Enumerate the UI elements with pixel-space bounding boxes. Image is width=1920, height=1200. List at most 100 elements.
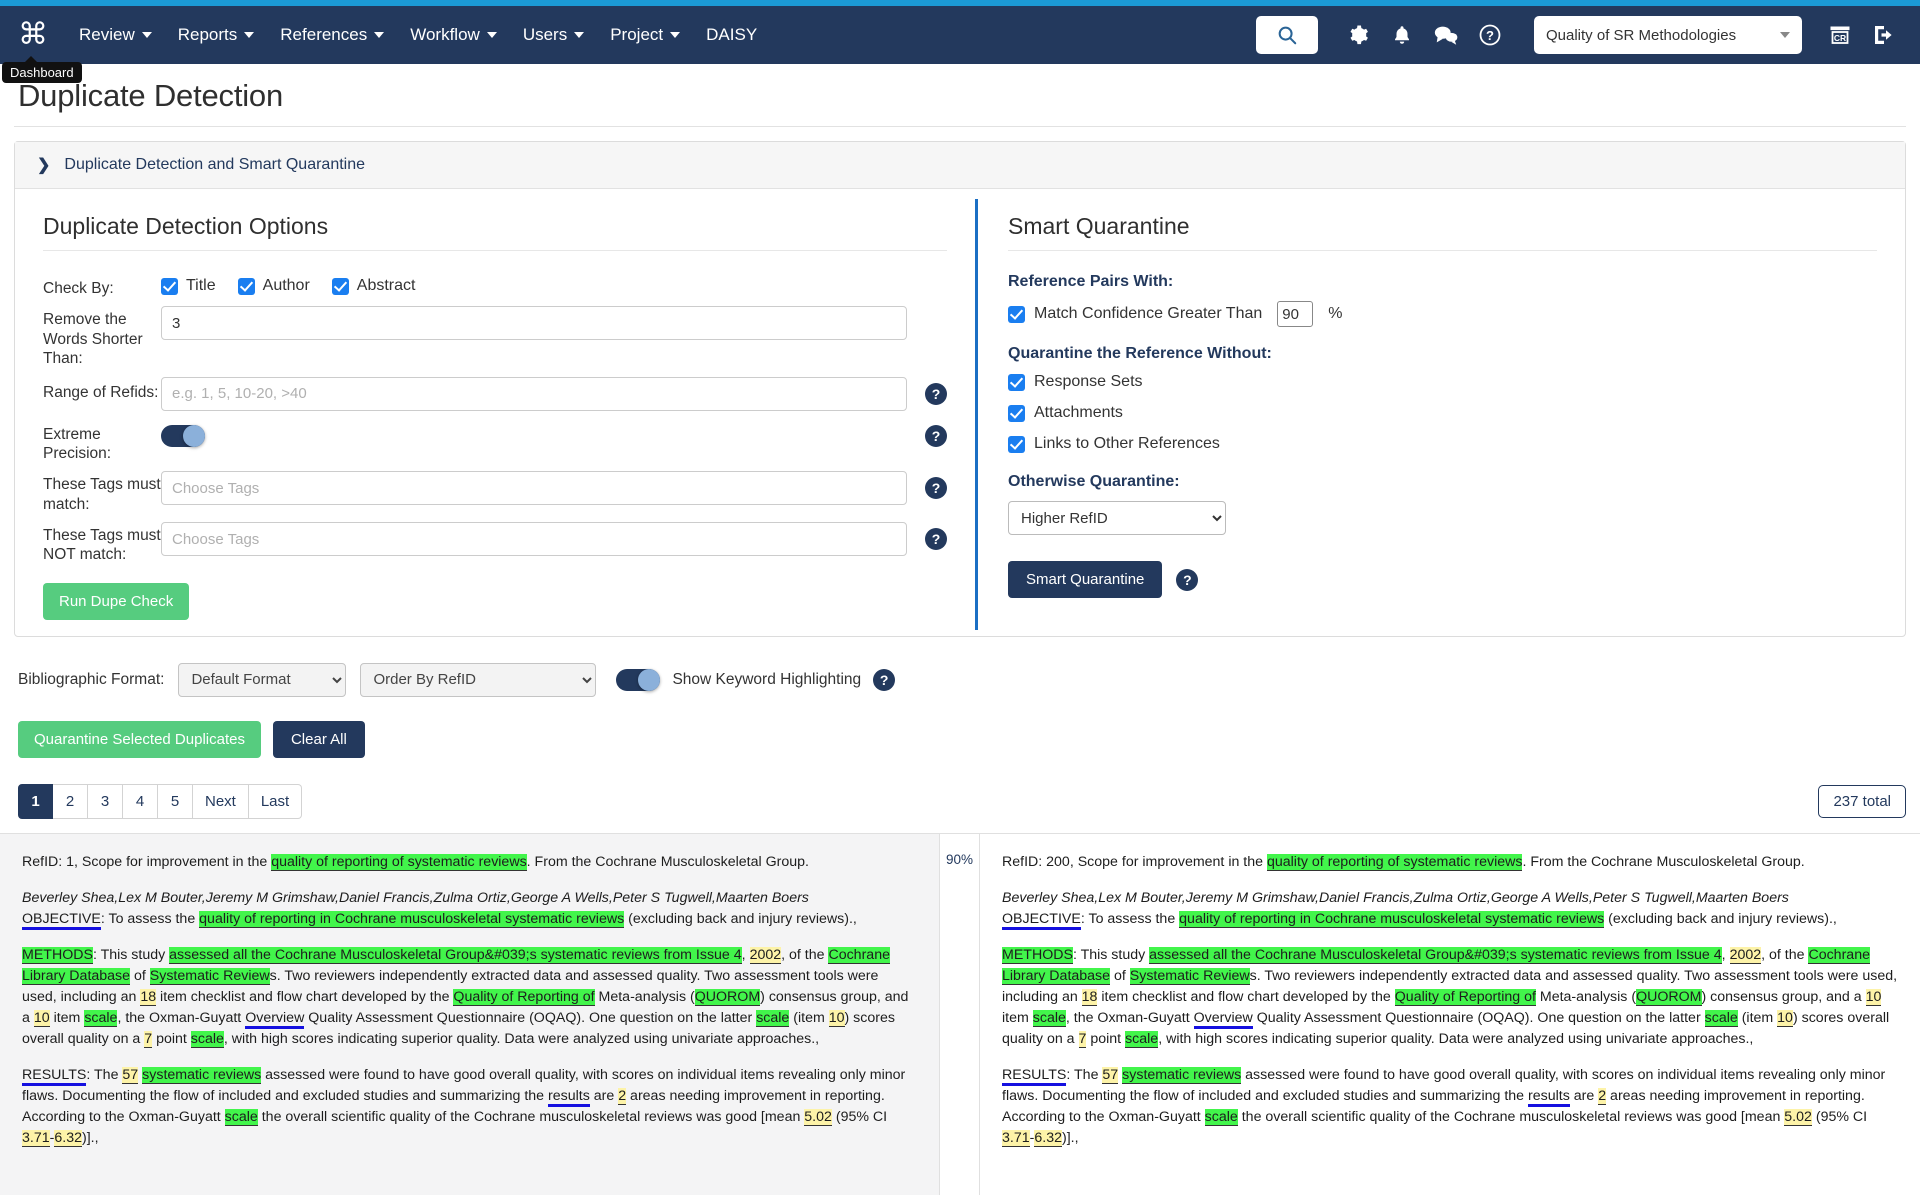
svg-text:CR: CR <box>1834 33 1846 43</box>
toggle-knob <box>183 424 205 447</box>
smart-quarantine-help-icon[interactable]: ? <box>1176 568 1199 591</box>
bibliographic-format-select[interactable]: Default Format <box>178 662 347 697</box>
nav-right-group: ? Quality of SR Methodologies CR <box>1256 13 1906 57</box>
chevron-down-icon <box>374 32 385 38</box>
methods-label: METHODS <box>1002 946 1073 964</box>
page-button-next[interactable]: Next <box>193 783 249 819</box>
settings-button[interactable] <box>1336 13 1380 57</box>
checkbox-label: Attachments <box>1034 404 1123 421</box>
cr-archive-button[interactable]: CR <box>1818 13 1862 57</box>
chevron-down-icon <box>244 32 255 38</box>
keyword-highlighting-toggle[interactable] <box>616 668 661 691</box>
bibliographic-format-label: Bibliographic Format: <box>18 670 165 688</box>
help-button[interactable]: ? <box>1468 13 1512 57</box>
search-button[interactable] <box>1256 16 1318 54</box>
otherwise-quarantine-select[interactable]: Higher RefID <box>1008 501 1226 535</box>
reference-title-highlight: quality of reporting of systematic revie… <box>271 853 527 871</box>
panel-header-collapsible[interactable]: ❯ Duplicate Detection and Smart Quaranti… <box>15 142 1905 189</box>
range-help-icon[interactable]: ? <box>925 382 947 405</box>
svg-text:?: ? <box>1486 28 1494 43</box>
tags-must-match-help-icon[interactable]: ? <box>925 477 947 500</box>
remove-words-input[interactable] <box>161 306 907 341</box>
nav-label: Workflow <box>410 25 480 44</box>
nav-item-review[interactable]: Review <box>66 19 165 51</box>
remove-words-label: Remove the Words Shorter Than: <box>43 311 143 368</box>
reference-title-left: RefID: 1, Scope for improvement in the q… <box>22 852 917 873</box>
page-button-2[interactable]: 2 <box>53 783 88 819</box>
objective-mid: : To assess the <box>100 910 200 927</box>
objective-highlight: quality of reporting in Cochrane musculo… <box>199 910 625 928</box>
reference-methods-right: METHODS: This study assessed all the Coc… <box>1002 945 1898 1050</box>
tags-not-match-input[interactable] <box>161 522 907 556</box>
tags-must-match-row: These Tags must match: ? <box>43 471 947 514</box>
order-by-select[interactable]: Order By RefID <box>360 662 597 697</box>
chevron-down-icon <box>670 32 681 38</box>
nav-label: Users <box>522 25 568 44</box>
nav-item-reports[interactable]: Reports <box>165 19 268 51</box>
range-of-refids-input[interactable] <box>161 376 907 411</box>
duplicate-pair-comparison: RefID: 1, Scope for improvement in the q… <box>0 832 1920 1195</box>
extreme-precision-toggle[interactable] <box>161 424 205 447</box>
checkbox-links-to-other-references[interactable]: Links to Other References <box>1008 435 1877 453</box>
page-button-5[interactable]: 5 <box>158 783 193 819</box>
reference-results-right: RESULTS: The 57 systematic reviews asses… <box>1002 1065 1898 1149</box>
methods-text: : This study assessed all the Cochrane M… <box>22 946 909 1048</box>
page-button-last[interactable]: Last <box>248 783 303 819</box>
reference-card-right[interactable]: RefID: 200, Scope for improvement in the… <box>980 833 1920 1195</box>
objective-tail: (excluding back and injury reviews)., <box>624 910 857 927</box>
extreme-precision-row: Extreme Precision: ? <box>43 419 947 464</box>
page-button-1[interactable]: 1 <box>18 783 53 819</box>
toggle-knob <box>638 668 661 691</box>
notifications-button[interactable] <box>1380 13 1424 57</box>
page-button-3[interactable]: 3 <box>88 783 123 819</box>
project-selector[interactable]: Quality of SR Methodologies <box>1534 16 1802 54</box>
page-button-4[interactable]: 4 <box>123 783 158 819</box>
tags-not-match-row: These Tags must NOT match: ? <box>43 522 947 565</box>
quarantine-selected-duplicates-button[interactable]: Quarantine Selected Duplicates <box>18 720 261 758</box>
nav-item-users[interactable]: Users <box>510 19 597 51</box>
methods-label: METHODS <box>22 946 93 964</box>
nav-label: References <box>280 25 368 44</box>
logout-button[interactable] <box>1862 13 1906 57</box>
command-logo-icon[interactable]: ⌘ <box>10 20 56 50</box>
match-confidence-checkbox[interactable] <box>1008 305 1025 323</box>
clear-all-button[interactable]: Clear All <box>272 720 365 758</box>
smart-quarantine-column: Smart Quarantine Reference Pairs With: M… <box>975 199 1905 630</box>
nav-item-daisy[interactable]: DAISY <box>693 19 770 51</box>
checkbox-box <box>237 277 255 295</box>
objective-mid: : To assess the <box>1080 910 1180 927</box>
panel-body: Duplicate Detection Options Check By: Ti… <box>15 189 1905 636</box>
reference-card-left[interactable]: RefID: 1, Scope for improvement in the q… <box>0 833 940 1195</box>
checkbox-title[interactable]: Title <box>161 277 216 295</box>
nav-item-workflow[interactable]: Workflow <box>397 19 510 51</box>
reference-results-left: RESULTS: The 57 systematic reviews asses… <box>22 1065 917 1149</box>
chat-icon <box>1434 26 1458 45</box>
checkbox-attachments[interactable]: Attachments <box>1008 404 1877 422</box>
tags-not-match-help-icon[interactable]: ? <box>925 528 947 550</box>
checkbox-abstract[interactable]: Abstract <box>331 277 415 295</box>
match-percent-column: 90% <box>940 833 980 1195</box>
match-confidence-input[interactable] <box>1277 301 1314 327</box>
chevron-down-icon <box>574 32 585 38</box>
project-selector-value: Quality of SR Methodologies <box>1546 26 1737 44</box>
messages-button[interactable] <box>1424 13 1468 57</box>
run-dupe-check-button[interactable]: Run Dupe Check <box>43 582 190 620</box>
checkbox-author[interactable]: Author <box>237 277 310 295</box>
objective-label: OBJECTIVE <box>1002 910 1081 930</box>
check-by-label: Check By: <box>43 280 114 297</box>
keyword-highlighting-help-icon[interactable]: ? <box>873 668 896 691</box>
reference-title-prefix: RefID: 1, Scope for improvement in the <box>22 853 272 870</box>
checkbox-label: Title <box>186 277 216 294</box>
check-by-row: Check By: Title Author Abstract <box>43 273 947 298</box>
tags-must-match-input[interactable] <box>161 471 907 506</box>
chevron-down-icon <box>486 32 497 38</box>
reference-title-suffix: . From the Cochrane Musculoskeletal Grou… <box>1522 853 1805 870</box>
objective-tail: (excluding back and injury reviews)., <box>1604 910 1837 927</box>
nav-item-project[interactable]: Project <box>597 19 693 51</box>
extreme-precision-help-icon[interactable]: ? <box>925 424 947 447</box>
checkbox-response-sets[interactable]: Response Sets <box>1008 373 1877 391</box>
page-container: Duplicate Detection ❯ Duplicate Detectio… <box>0 78 1920 819</box>
nav-item-references[interactable]: References <box>267 19 397 51</box>
smart-quarantine-button[interactable]: Smart Quarantine <box>1008 561 1163 598</box>
reference-title-prefix: RefID: 200, Scope for improvement in the <box>1002 853 1267 870</box>
